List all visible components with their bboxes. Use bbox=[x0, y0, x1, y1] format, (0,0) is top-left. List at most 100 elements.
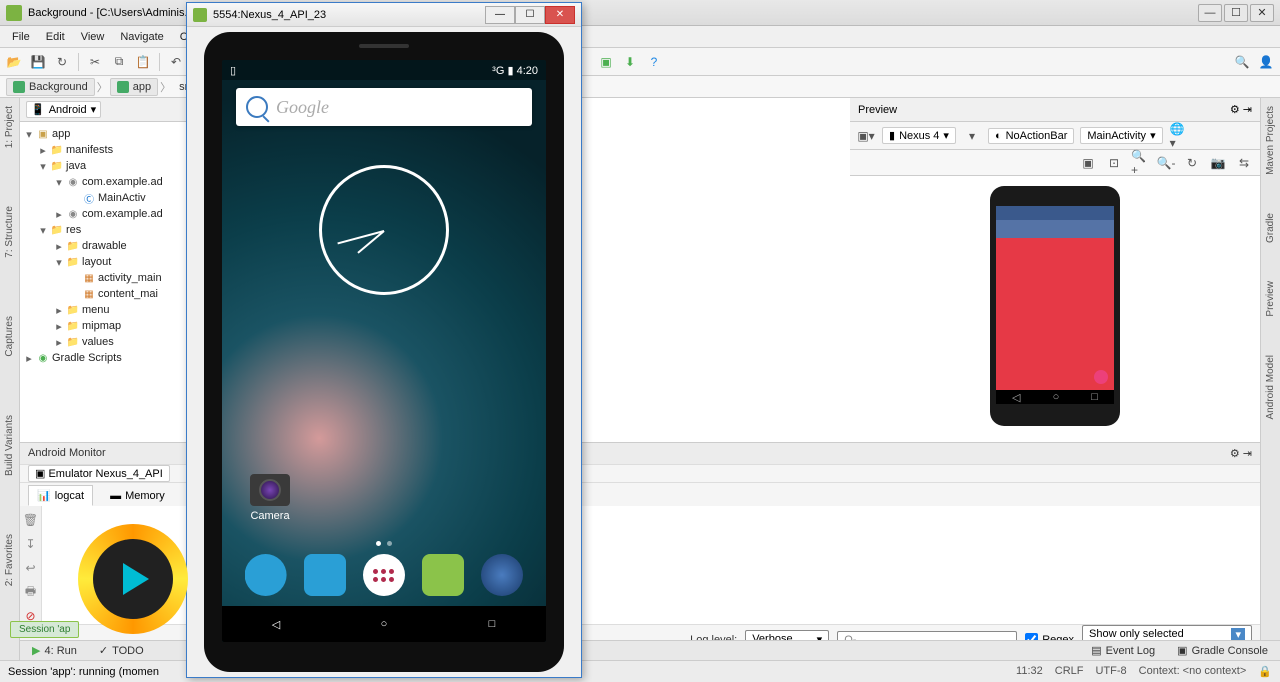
close-button[interactable]: ✕ bbox=[1250, 4, 1274, 22]
menu-view[interactable]: View bbox=[73, 29, 113, 45]
phone-screen[interactable]: ▯ ³G ▮ 4:20 Google Camera bbox=[222, 60, 546, 642]
preview-theme-selector[interactable]: ◐ NoActionBar bbox=[988, 128, 1074, 144]
status-context[interactable]: Context: <no context> bbox=[1139, 665, 1247, 678]
tw-maven[interactable]: Maven Projects bbox=[1263, 102, 1278, 179]
node-manifests[interactable]: manifests bbox=[66, 144, 113, 156]
bt-eventlog[interactable]: ▤ Event Log bbox=[1085, 643, 1161, 658]
node-pkg1[interactable]: com.example.ad bbox=[82, 176, 163, 188]
tw-captures[interactable]: Captures bbox=[2, 312, 17, 361]
monitor-gear-icon[interactable]: ⚙ bbox=[1230, 448, 1240, 460]
zoom-out-icon[interactable]: 🔍- bbox=[1156, 153, 1176, 173]
undo-icon[interactable]: ↶ bbox=[166, 52, 186, 72]
video-watermark-logo bbox=[78, 524, 188, 634]
nav-back-icon[interactable]: ◁ bbox=[267, 615, 285, 633]
node-drawable[interactable]: drawable bbox=[82, 240, 127, 252]
camera-shortcut[interactable]: Camera bbox=[248, 474, 292, 522]
preview-locale-icon[interactable]: 🌐▾ bbox=[1169, 126, 1189, 146]
app-drawer-icon[interactable] bbox=[363, 554, 405, 596]
tab-memory[interactable]: ▬ Memory bbox=[101, 485, 174, 506]
menu-edit[interactable]: Edit bbox=[38, 29, 73, 45]
tw-structure[interactable]: 7: Structure bbox=[2, 202, 17, 262]
tw-favorites[interactable]: 2: Favorites bbox=[2, 530, 17, 590]
project-view-selector[interactable]: 📱 Android ▾ bbox=[26, 101, 101, 118]
copy-icon[interactable]: ⧉ bbox=[109, 52, 129, 72]
minimize-button[interactable]: — bbox=[1198, 4, 1222, 22]
bt-gradle[interactable]: ▣ Gradle Console bbox=[1171, 643, 1274, 658]
node-mainactivity[interactable]: MainActiv bbox=[98, 192, 146, 204]
google-search-widget[interactable]: Google bbox=[236, 88, 532, 126]
preview-gear-icon[interactable]: ⚙ bbox=[1230, 104, 1240, 116]
tw-build[interactable]: Build Variants bbox=[2, 411, 17, 480]
monitor-device-tab[interactable]: ▣ Emulator Nexus_4_API bbox=[28, 465, 170, 482]
wrap-icon[interactable]: ↩ bbox=[23, 560, 39, 576]
nav-home-icon[interactable]: ○ bbox=[375, 615, 393, 633]
emu-maximize-button[interactable]: ☐ bbox=[515, 6, 545, 24]
emulator-title: 5554:Nexus_4_API_23 bbox=[213, 9, 326, 21]
emu-minimize-button[interactable]: — bbox=[485, 6, 515, 24]
menu-file[interactable]: File bbox=[4, 29, 38, 45]
status-crlf[interactable]: CRLF bbox=[1055, 665, 1084, 678]
user-icon[interactable]: 👤 bbox=[1256, 52, 1276, 72]
status-enc[interactable]: UTF-8 bbox=[1095, 665, 1126, 678]
emulator-app-icon bbox=[193, 8, 207, 22]
settings-icon[interactable]: ⇆ bbox=[1234, 153, 1254, 173]
tw-gradle[interactable]: Gradle bbox=[1263, 209, 1278, 247]
emulator-window[interactable]: 5554:Nexus_4_API_23 — ☐ ✕ ▯ ³G ▮ 4:20 Go… bbox=[186, 2, 582, 678]
browser-app-icon[interactable] bbox=[481, 554, 523, 596]
node-app[interactable]: app bbox=[52, 128, 70, 140]
node-gradle[interactable]: Gradle Scripts bbox=[52, 352, 122, 364]
node-mipmap[interactable]: mipmap bbox=[82, 320, 121, 332]
zoom-in-icon[interactable]: 🔍+ bbox=[1130, 153, 1150, 173]
help-icon[interactable]: ? bbox=[644, 52, 664, 72]
node-java[interactable]: java bbox=[66, 160, 86, 172]
open-icon[interactable]: 📂 bbox=[4, 52, 24, 72]
print-icon[interactable]: 🖶 bbox=[23, 584, 39, 600]
sync-icon[interactable]: ↻ bbox=[52, 52, 72, 72]
tw-model[interactable]: Android Model bbox=[1263, 351, 1278, 423]
screenshot-icon[interactable]: 📷 bbox=[1208, 153, 1228, 173]
node-activity-main[interactable]: activity_main bbox=[98, 272, 162, 284]
zoom-fit-icon[interactable]: ▣ bbox=[1078, 153, 1098, 173]
save-icon[interactable]: 💾 bbox=[28, 52, 48, 72]
sdk-icon[interactable]: ⬇ bbox=[620, 52, 640, 72]
emulator-titlebar[interactable]: 5554:Nexus_4_API_23 — ☐ ✕ bbox=[187, 3, 581, 27]
nav-recents-icon[interactable]: □ bbox=[483, 615, 501, 633]
clear-icon[interactable]: 🗑 bbox=[23, 512, 39, 528]
tw-project[interactable]: 1: Project bbox=[2, 102, 17, 152]
node-pkg2[interactable]: com.example.ad bbox=[82, 208, 163, 220]
emu-close-button[interactable]: ✕ bbox=[545, 6, 575, 24]
preview-hide-icon[interactable]: ⇥ bbox=[1243, 104, 1252, 116]
crumb-root[interactable]: Background bbox=[6, 78, 95, 96]
tw-preview[interactable]: Preview bbox=[1263, 277, 1278, 321]
tab-logcat[interactable]: 📊 logcat bbox=[28, 485, 93, 506]
preview-device-selector[interactable]: ▮ Nexus 4 ▾ bbox=[882, 127, 956, 144]
refresh-icon[interactable]: ↻ bbox=[1182, 153, 1202, 173]
monitor-hide-icon[interactable]: ⇥ bbox=[1243, 448, 1252, 460]
phone-statusbar[interactable]: ▯ ³G ▮ 4:20 bbox=[222, 60, 546, 80]
phone-app-icon[interactable] bbox=[245, 554, 287, 596]
paste-icon[interactable]: 📋 bbox=[133, 52, 153, 72]
preview-tab-label[interactable]: Preview bbox=[858, 104, 897, 116]
avd-icon[interactable]: ▣ bbox=[596, 52, 616, 72]
node-layout[interactable]: layout bbox=[82, 256, 111, 268]
preview-activity-selector[interactable]: MainActivity ▾ bbox=[1080, 127, 1162, 144]
bt-todo[interactable]: ✓ TODO bbox=[93, 643, 150, 658]
bt-run[interactable]: ▶4: Run bbox=[26, 643, 83, 658]
analog-clock-widget[interactable] bbox=[319, 165, 449, 295]
preview-api-icon[interactable]: ▾ bbox=[962, 126, 982, 146]
maximize-button[interactable]: ☐ bbox=[1224, 4, 1248, 22]
scroll-icon[interactable]: ↧ bbox=[23, 536, 39, 552]
status-lock-icon[interactable]: 🔒 bbox=[1258, 665, 1272, 678]
messages-app-icon[interactable] bbox=[422, 554, 464, 596]
node-menu[interactable]: menu bbox=[82, 304, 110, 316]
search-icon[interactable]: 🔍 bbox=[1232, 52, 1252, 72]
node-values[interactable]: values bbox=[82, 336, 114, 348]
preview-orient-icon[interactable]: ▣▾ bbox=[856, 126, 876, 146]
contacts-app-icon[interactable] bbox=[304, 554, 346, 596]
zoom-actual-icon[interactable]: ⊡ bbox=[1104, 153, 1124, 173]
node-res[interactable]: res bbox=[66, 224, 81, 236]
menu-navigate[interactable]: Navigate bbox=[112, 29, 171, 45]
crumb-app[interactable]: app bbox=[110, 78, 158, 96]
node-content-main[interactable]: content_mai bbox=[98, 288, 158, 300]
cut-icon[interactable]: ✂ bbox=[85, 52, 105, 72]
